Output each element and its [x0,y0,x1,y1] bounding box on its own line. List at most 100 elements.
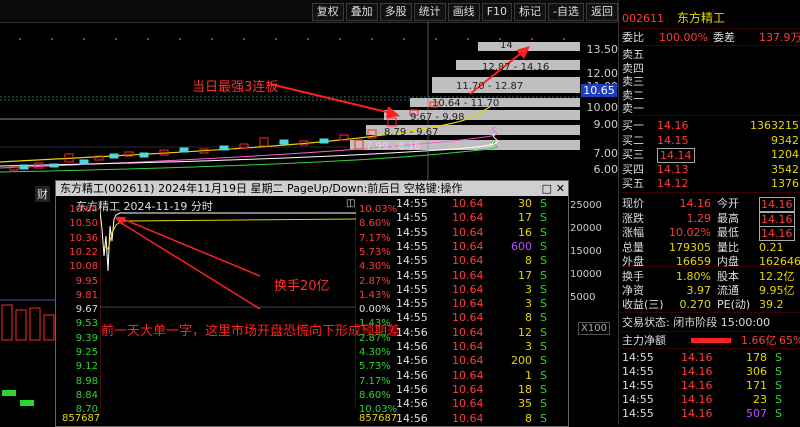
buy-level-label: 买四 [622,162,644,176]
candle [259,137,269,147]
toolbar-button[interactable]: 标记 [514,3,547,21]
volume-axis-tick: 15000 [570,246,602,257]
toolbar-button[interactable]: 画线 [447,3,480,21]
trade-list[interactable]: 14:55 10.64 30 S 14:55 10.64 17 S 14:55 10.64 16 S 1… [396,197,568,426]
tick-time: 14:55 [622,351,654,364]
stat-label-2: 最低 [717,226,739,239]
popup-volume-label-right: 857687 [359,413,398,424]
trade-volume: 600 [511,239,532,253]
toolbar-button[interactable]: -自选 [548,3,584,21]
volume-bars-left [0,299,55,406]
trade-time: 14:55 [396,197,428,210]
trade-price: 10.64 [452,397,484,411]
toolbar-button[interactable]: 多股 [379,3,412,21]
toolbar-button[interactable]: 返回 [586,3,618,21]
popup-pct-tick: 4.30% [359,261,391,273]
toolbar-button[interactable]: 复权 [311,3,344,21]
trade-row: 14:55 10.64 30 S [396,197,568,211]
webi-label: 委比 [622,31,644,44]
stat-label-2: 最高 [717,211,739,225]
trade-volume: 12 [518,325,532,339]
trade-volume: 8 [525,311,532,325]
tick-volume: 171 [746,379,767,392]
intraday-chart[interactable] [100,211,356,409]
stat-row: 涨跌 1.29 最高 14.16 [619,211,800,227]
trade-row: 14:55 10.64 17 S [396,269,568,283]
main-flow-pct: 65% [779,334,800,347]
range-label-6: 8.79 - 9.67 [384,127,439,138]
stat-row: 外盘 16659 内盘 162646 [619,255,800,268]
trade-row: 14:55 10.64 8 S [396,254,568,268]
tick-flag: S [775,351,782,364]
trade-flag: S [540,325,547,339]
buy-level-volume: 1376 [771,177,799,190]
stat2-label-2: PE(动) [717,298,751,311]
kline-chart[interactable] [0,22,618,187]
trade-row: 14:56 10.64 12 S [396,326,568,340]
sell-level-row: 卖一 [619,102,800,115]
stat-label-2: 内盘 [717,255,739,268]
stock-name: 东方精工 [677,11,726,25]
settings-icon[interactable]: ◫ [346,198,355,209]
trade-flag: S [540,254,547,268]
maximize-icon[interactable]: □ [542,181,552,196]
stat2-label: 净资 [622,284,644,297]
close-icon[interactable]: ✕ [556,181,565,196]
trade-flag: S [540,297,547,311]
trade-price: 10.64 [452,254,484,268]
tick-time: 14:55 [622,393,654,406]
popup-title-bar[interactable]: 东方精工(002611) 2024年11月19日 星期二 PageUp/Down… [56,181,568,196]
popup-volume-label: 857687 [62,413,101,424]
trade-price: 10.64 [452,297,484,311]
popup-price-tick: 9.53 [75,318,98,330]
toolbar-button[interactable]: F10 [481,3,513,21]
tick-row: 14:55 14.16 178 S [619,351,800,364]
annotation-turnover: 换手20亿 [274,279,330,294]
buy-level-price: 14.13 [657,162,689,176]
quote-header: 002611 东方精工 [619,11,800,26]
trade-volume: 17 [518,268,532,282]
popup-price-tick: 9.67 [75,304,98,316]
sell-level-row: 卖四 [619,62,800,75]
stat-label-2: 今开 [717,197,739,210]
trade-row: 14:56 10.64 8 S [396,412,568,426]
toolbar-button[interactable]: 统计 [413,3,446,21]
quote-panel: 002611 东方精工 委比 100.00% 委差 137.9万 交易状态: 闭… [618,0,800,425]
finance-tag[interactable]: 财 [35,186,50,202]
range-label-1: 14 [500,40,513,51]
tick-price: 14.16 [681,351,713,364]
trading-status: 交易状态: 闭市阶段 15:00:00 [619,316,800,329]
stat-value-2: 14.16 [759,197,795,212]
price-axis-2: 12.00 [586,67,619,80]
wecha-value: 137.9万 [759,31,800,44]
buy-level-volume: 3542 [771,162,799,176]
popup-pct-tick: 4.30% [359,347,391,358]
popup-pct-tick: 7.17% [359,375,391,387]
tick-price: 14.16 [681,379,713,392]
trade-price: 10.64 [452,411,484,425]
price-axis-1: 13.50 [586,43,619,56]
chart-toolbar: 复权 叠加 多股 统计 画线 F10 标记 -自选 返回 [0,0,618,23]
trade-price: 10.64 [452,239,484,253]
trade-row: 14:56 10.64 3 S [396,340,568,354]
range-label-3: 11.70 - 12.87 [456,81,524,92]
tick-row: 14:55 14.16 306 S [619,365,800,378]
buy-level-price: 14.12 [657,177,689,190]
main-flow-bar [691,338,731,343]
intraday-popup[interactable]: 东方精工(002611) 2024年11月19日 星期二 PageUp/Down… [55,180,569,427]
trade-time: 14:55 [396,211,428,225]
order-ratio-row: 委比 100.00% 委差 137.9万 [619,31,800,44]
trade-flag: S [540,282,547,296]
buy-level-label: 买三 [622,148,644,161]
trade-volume: 1 [525,368,532,382]
trade-flag: S [540,268,547,282]
toolbar-button[interactable]: 叠加 [345,3,378,21]
sell-level-row: 卖二 [619,89,800,102]
candle [319,138,329,144]
stat-value-2: 14.16 [759,211,795,227]
trade-time: 14:56 [396,382,428,396]
popup-pct-tick: 10.03% [359,204,398,215]
buy-level-label: 买一 [622,119,644,132]
trade-price: 10.64 [452,382,484,396]
trade-flag: S [540,411,547,425]
